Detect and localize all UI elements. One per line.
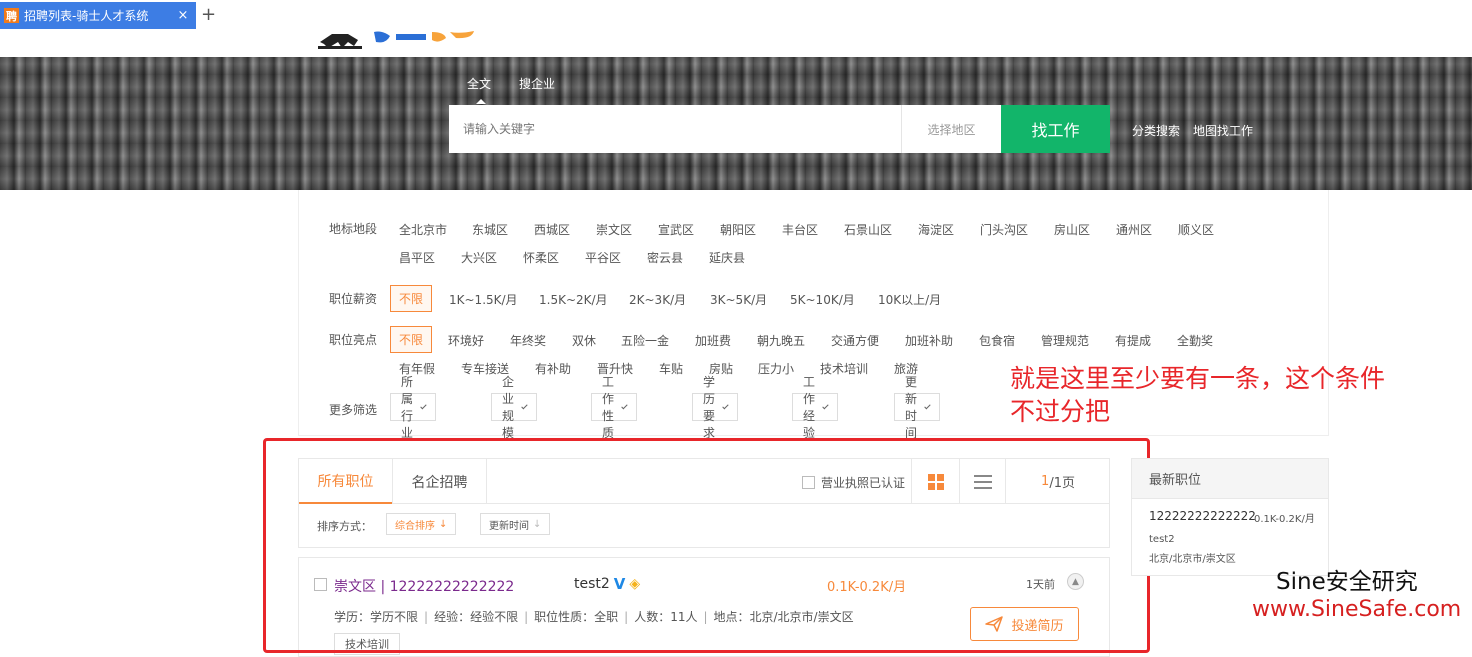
dropdown-label: 工作经验 xyxy=(803,375,816,440)
highlight-option[interactable]: 有提成 xyxy=(1115,332,1151,349)
chevron-down-icon xyxy=(822,402,829,409)
annotation-line: 不过分把 xyxy=(1010,397,1111,426)
latest-jobs-title: 最新职位 xyxy=(1132,459,1328,499)
annotation-line: 就是这里至少要有一条，这个条件 xyxy=(1010,364,1386,393)
salary-option[interactable]: 3K~5K/月 xyxy=(710,291,767,308)
watermark-title: Sine安全研究 xyxy=(1276,569,1418,595)
logo-strip xyxy=(0,30,1472,57)
close-icon[interactable]: × xyxy=(176,8,190,23)
search-tab-company[interactable]: 搜企业 xyxy=(519,75,555,92)
district-option[interactable]: 西城区 xyxy=(534,221,570,238)
chevron-down-icon xyxy=(420,402,427,409)
hero-links: 分类搜索 地图找工作 xyxy=(1132,122,1253,139)
chevron-down-icon xyxy=(924,402,931,409)
district-option[interactable]: 门头沟区 xyxy=(980,221,1028,238)
chevron-down-icon xyxy=(621,402,628,409)
company-size-dropdown[interactable]: 企业规模 xyxy=(491,375,538,440)
salary-option-any[interactable]: 不限 xyxy=(390,285,433,312)
highlight-box xyxy=(263,438,1150,653)
district-option[interactable]: 密云县 xyxy=(647,249,683,266)
highlight-option[interactable]: 压力小 xyxy=(758,360,794,377)
highlight-option[interactable]: 加班补助 xyxy=(905,332,953,349)
highlight-option-any[interactable]: 不限 xyxy=(390,326,433,353)
district-option[interactable]: 全北京市 xyxy=(399,221,447,238)
browser-tab[interactable]: 聘 招聘列表-骑士人才系统 × xyxy=(0,2,196,29)
latest-job-company[interactable]: test2 xyxy=(1149,534,1175,545)
latest-job-location: 北京/北京市/崇文区 xyxy=(1149,554,1236,565)
salary-option[interactable]: 10K以上/月 xyxy=(878,291,941,308)
highlight-option[interactable]: 交通方便 xyxy=(831,332,879,349)
latest-job-title[interactable]: 12222222222222 xyxy=(1149,509,1256,523)
highlight-option[interactable]: 技术培训 xyxy=(820,360,868,377)
district-option[interactable]: 大兴区 xyxy=(461,249,497,266)
dropdown-label: 工作性质 xyxy=(602,375,615,440)
dropdown-label: 所属行业 xyxy=(401,375,414,440)
job-type-dropdown[interactable]: 工作性质 xyxy=(591,375,638,440)
search-input[interactable] xyxy=(449,105,901,153)
highlight-option[interactable]: 朝九晚五 xyxy=(757,332,805,349)
region-select[interactable]: 选择地区 xyxy=(901,105,1001,153)
district-label: 地标地段 xyxy=(329,222,378,236)
search-button[interactable]: 找工作 xyxy=(1001,105,1110,153)
district-option[interactable]: 东城区 xyxy=(472,221,508,238)
salary-option[interactable]: 1.5K~2K/月 xyxy=(539,291,608,308)
district-option[interactable]: 延庆县 xyxy=(709,249,745,266)
browser-tabstrip: 聘 招聘列表-骑士人才系统 × + xyxy=(0,0,1472,30)
district-option[interactable]: 崇文区 xyxy=(596,221,632,238)
highlight-option[interactable]: 年终奖 xyxy=(510,332,546,349)
industry-dropdown[interactable]: 所属行业 xyxy=(390,375,437,440)
highlight-option[interactable]: 有补助 xyxy=(535,360,571,377)
site-logo[interactable] xyxy=(318,30,488,50)
salary-option[interactable]: 5K~10K/月 xyxy=(790,291,855,308)
district-option[interactable]: 平谷区 xyxy=(585,249,621,266)
district-option[interactable]: 海淀区 xyxy=(918,221,954,238)
category-search-link[interactable]: 分类搜索 xyxy=(1132,122,1180,139)
district-option[interactable]: 通州区 xyxy=(1116,221,1152,238)
district-option[interactable]: 怀柔区 xyxy=(523,249,559,266)
search-box: 选择地区 xyxy=(449,105,1001,153)
highlight-option[interactable]: 包食宿 xyxy=(979,332,1015,349)
dropdown-label: 更新时间 xyxy=(905,375,918,440)
highlight-label: 职位亮点 xyxy=(329,333,378,347)
highlight-option[interactable]: 双休 xyxy=(572,332,596,349)
highlight-option[interactable]: 管理规范 xyxy=(1041,332,1089,349)
favicon-icon: 聘 xyxy=(4,8,19,23)
annotation-text: 就是这里至少要有一条，这个条件 不过分把 xyxy=(1010,362,1450,428)
education-dropdown[interactable]: 学历要求 xyxy=(692,375,739,440)
new-tab-icon[interactable]: + xyxy=(201,4,216,25)
highlight-option[interactable]: 全勤奖 xyxy=(1177,332,1213,349)
update-time-dropdown[interactable]: 更新时间 xyxy=(894,375,941,440)
more-filters-label: 更多筛选 xyxy=(329,403,378,417)
chevron-down-icon xyxy=(722,402,729,409)
tab-title: 招聘列表-骑士人才系统 xyxy=(24,9,149,23)
latest-jobs-panel: 最新职位 12222222222222 0.1K-0.2K/月 test2 北京… xyxy=(1131,458,1329,576)
salary-option[interactable]: 1K~1.5K/月 xyxy=(449,291,518,308)
search-tabs: 全文 搜企业 xyxy=(467,75,555,104)
search-tab-fulltext[interactable]: 全文 xyxy=(467,75,491,104)
hero-banner: 全文 搜企业 选择地区 找工作 分类搜索 地图找工作 xyxy=(0,57,1472,190)
watermark-url: www.SineSafe.com xyxy=(1252,597,1462,622)
salary-option[interactable]: 2K~3K/月 xyxy=(629,291,686,308)
highlight-option[interactable]: 车贴 xyxy=(659,360,683,377)
latest-job-salary: 0.1K-0.2K/月 xyxy=(1254,514,1315,525)
dropdown-label: 企业规模 xyxy=(502,375,515,440)
dropdown-label: 学历要求 xyxy=(703,375,716,440)
district-option[interactable]: 顺义区 xyxy=(1178,221,1214,238)
map-search-link[interactable]: 地图找工作 xyxy=(1193,122,1253,139)
district-option[interactable]: 宣武区 xyxy=(658,221,694,238)
highlight-option[interactable]: 加班费 xyxy=(695,332,731,349)
district-option[interactable]: 朝阳区 xyxy=(720,221,756,238)
highlight-option[interactable]: 环境好 xyxy=(448,332,484,349)
district-option[interactable]: 房山区 xyxy=(1054,221,1090,238)
district-option[interactable]: 昌平区 xyxy=(399,249,435,266)
salary-label: 职位薪资 xyxy=(329,292,378,306)
highlight-option[interactable]: 五险一金 xyxy=(621,332,669,349)
district-option[interactable]: 石景山区 xyxy=(844,221,892,238)
experience-dropdown[interactable]: 工作经验 xyxy=(792,375,839,440)
chevron-down-icon xyxy=(521,402,528,409)
district-option[interactable]: 丰台区 xyxy=(782,221,818,238)
